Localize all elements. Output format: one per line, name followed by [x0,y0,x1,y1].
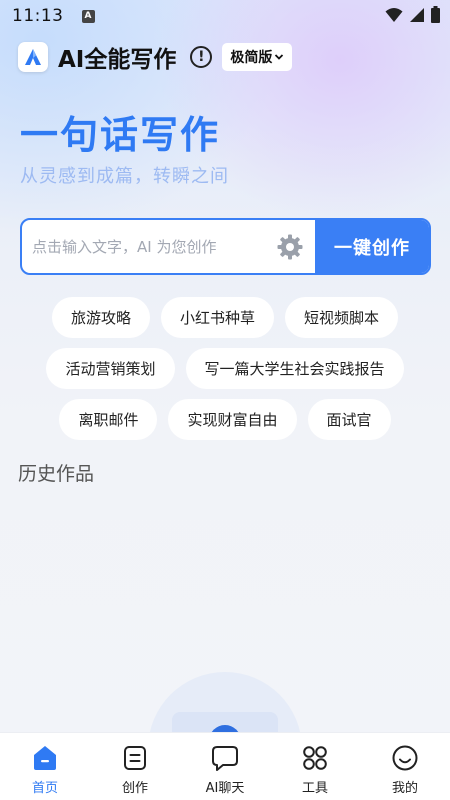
chevron-down-icon [275,54,284,60]
suggestion-chip[interactable]: 短视频脚本 [285,297,399,338]
suggestion-row: 离职邮件 实现财富自由 面试官 [0,399,450,440]
tab-profile[interactable]: 我的 [360,733,450,800]
chat-icon [211,744,239,772]
suggestion-chip[interactable]: 实现财富自由 [168,399,297,440]
prompt-input[interactable] [22,220,271,273]
hero-subtitle: 从灵感到成篇，转瞬之间 [20,166,229,187]
suggestion-row: 旅游攻略 小红书种草 短视频脚本 [0,297,450,338]
wifi-icon [385,7,403,22]
status-icons [385,6,440,23]
notification-badge: A [81,9,95,23]
version-select-value: 极简版 [230,50,273,66]
prompt-box: 一键创作 [20,218,431,275]
create-icon [121,744,149,772]
tab-ai-chat[interactable]: AI聊天 [180,733,270,800]
tab-label: 首页 [31,781,58,796]
tab-label: 我的 [391,781,418,796]
tab-label: AI聊天 [205,781,245,796]
tab-tools[interactable]: 工具 [270,733,360,800]
suggestion-chip[interactable]: 写一篇大学生社会实践报告 [185,348,404,389]
settings-icon[interactable] [271,220,309,273]
suggestion-row: 活动营销策划 写一篇大学生社会实践报告 [0,348,450,389]
home-icon [31,744,59,772]
suggestion-chip[interactable]: 活动营销策划 [46,348,175,389]
hero-title: 一句话写作 [20,113,221,157]
app-logo [18,42,48,72]
status-bar: 11:13 A [0,0,450,32]
gear-icon [277,234,303,259]
tab-create[interactable]: 创作 [90,733,180,800]
app-logo-icon [25,49,41,65]
history-title: 历史作品 [18,463,95,485]
tab-bar: 首页 创作 AI聊天 工具 我的 [0,732,450,800]
profile-icon [391,744,419,772]
suggestion-chip[interactable]: 小红书种草 [160,297,274,338]
tab-label: 工具 [301,781,328,796]
info-icon[interactable]: ! [190,46,213,68]
create-button[interactable]: 一键创作 [315,220,429,273]
app-header: AI全能写作 ! 极简版 [18,40,293,74]
suggestion-chip[interactable]: 离职邮件 [59,399,158,440]
tab-home[interactable]: 首页 [0,733,90,800]
battery-icon [431,6,440,23]
app-title: AI全能写作 [58,47,177,73]
tab-label: 创作 [121,781,148,796]
suggestion-chip[interactable]: 旅游攻略 [51,297,150,338]
suggestion-chip[interactable]: 面试官 [307,399,391,440]
version-select[interactable]: 极简版 [222,43,293,71]
signal-icon [410,7,424,22]
tools-icon [301,744,329,772]
status-time: 11:13 [12,6,64,26]
